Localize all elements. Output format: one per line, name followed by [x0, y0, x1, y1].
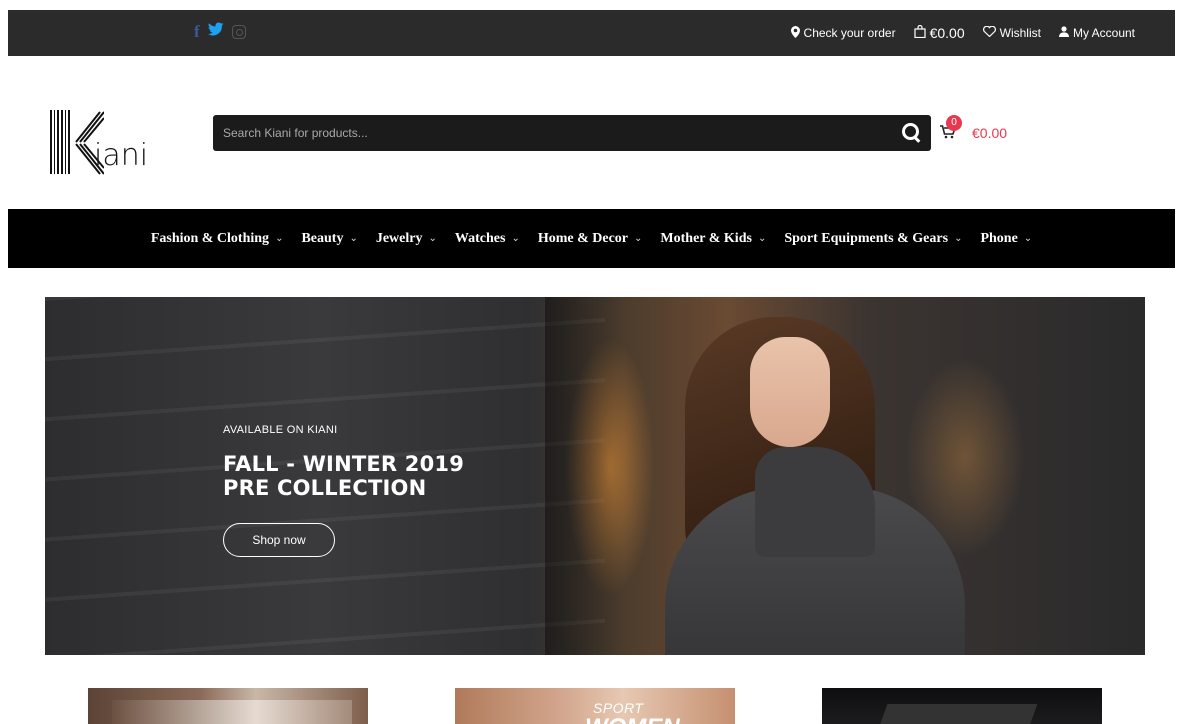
my-account-link[interactable]: My Account	[1058, 26, 1135, 40]
hero-text: AVAILABLE ON KIANI FALL - WINTER 2019 PR…	[223, 424, 464, 500]
chevron-down-icon: ⌄	[757, 233, 767, 244]
site-logo[interactable]: iani	[50, 110, 170, 180]
chevron-down-icon: ⌄	[954, 233, 963, 244]
cart-amount: €0.00	[972, 125, 1008, 141]
logo-bars	[50, 110, 71, 174]
mini-cart-link[interactable]: €0.00	[913, 24, 965, 41]
search-bar	[213, 115, 931, 151]
nav-item-label: Watches	[454, 230, 506, 246]
nav-item-label: Sport Equipments & Gears	[784, 230, 949, 246]
facebook-icon[interactable]: f	[194, 22, 200, 41]
wishlist-label: Wishlist	[999, 26, 1041, 40]
map-marker-icon	[790, 25, 800, 41]
promo-tile-title: WOMEN	[585, 714, 680, 724]
instagram-icon[interactable]	[231, 24, 246, 39]
cart-icon: 0	[940, 114, 962, 142]
shop-now-button[interactable]: Shop now	[223, 523, 335, 557]
shopping-bag-icon	[913, 24, 926, 41]
nav-item-watches[interactable]: Watches ⌄	[455, 231, 520, 247]
top-cart-total: €0.00	[929, 25, 965, 41]
nav-item-home-decor[interactable]: Home & Decor ⌄	[538, 231, 643, 247]
nav-item-label: Home & Decor	[537, 230, 629, 246]
search-input[interactable]	[213, 115, 883, 151]
nav-item-beauty[interactable]: Beauty ⌄	[301, 231, 357, 247]
top-bar: f Check your order €0.00 Wishlist My Acc…	[8, 10, 1175, 56]
chevron-down-icon: ⌄	[275, 233, 284, 244]
check-order-link[interactable]: Check your order	[790, 25, 896, 41]
chevron-down-icon: ⌄	[428, 233, 437, 244]
nav-item-label: Fashion & Clothing	[150, 230, 270, 246]
chevron-down-icon: ⌄	[1023, 233, 1033, 244]
nav-item-label: Jewelry	[375, 230, 423, 246]
promo-image	[112, 700, 352, 724]
nav-item-fashion-clothing[interactable]: Fashion & Clothing ⌄	[151, 231, 284, 247]
top-links: Check your order €0.00 Wishlist My Accou…	[790, 10, 1135, 56]
hero-wall-shadow	[545, 297, 625, 655]
nav-item-jewelry[interactable]: Jewelry ⌄	[376, 231, 437, 247]
heart-icon	[982, 25, 996, 40]
chevron-down-icon: ⌄	[634, 233, 643, 244]
social-links: f	[194, 22, 246, 41]
nav-item-sport-equipments[interactable]: Sport Equipments & Gears ⌄	[784, 231, 962, 247]
nav-item-phone[interactable]: Phone ⌄	[980, 231, 1032, 247]
hero-title-line: FALL - WINTER 2019	[223, 452, 465, 476]
hero-title: FALL - WINTER 2019 PRE COLLECTION	[223, 452, 464, 500]
nav-item-label: Phone	[980, 230, 1018, 246]
nav-item-label: Mother & Kids	[660, 230, 752, 246]
hero-title-line: PRE COLLECTION	[223, 476, 427, 500]
promo-tile[interactable]	[88, 688, 368, 724]
logo-wordmark: iani	[94, 138, 149, 173]
my-account-label: My Account	[1072, 26, 1135, 40]
nav-item-label: Beauty	[301, 230, 344, 246]
chevron-down-icon: ⌄	[511, 233, 520, 244]
promo-image	[876, 704, 1038, 724]
cart-count-badge: 0	[946, 114, 962, 131]
search-icon[interactable]	[901, 122, 923, 144]
hero-banner[interactable]	[45, 297, 1145, 655]
promo-tile[interactable]: SPORT WOMEN	[455, 688, 735, 724]
wishlist-link[interactable]: Wishlist	[982, 25, 1041, 40]
header-cart[interactable]: 0 €0.00	[940, 114, 1008, 148]
twitter-icon[interactable]	[207, 22, 224, 41]
chevron-down-icon: ⌄	[349, 233, 358, 244]
hero-model-image	[645, 317, 965, 655]
user-icon	[1058, 26, 1069, 40]
main-navigation: Fashion & Clothing ⌄ Beauty ⌄ Jewelry ⌄ Wat…	[8, 209, 1175, 268]
nav-item-mother-kids[interactable]: Mother & Kids ⌄	[660, 231, 766, 247]
hero-eyebrow: AVAILABLE ON KIANI	[223, 424, 338, 436]
promo-tile[interactable]	[822, 688, 1102, 724]
check-order-label: Check your order	[803, 26, 896, 40]
